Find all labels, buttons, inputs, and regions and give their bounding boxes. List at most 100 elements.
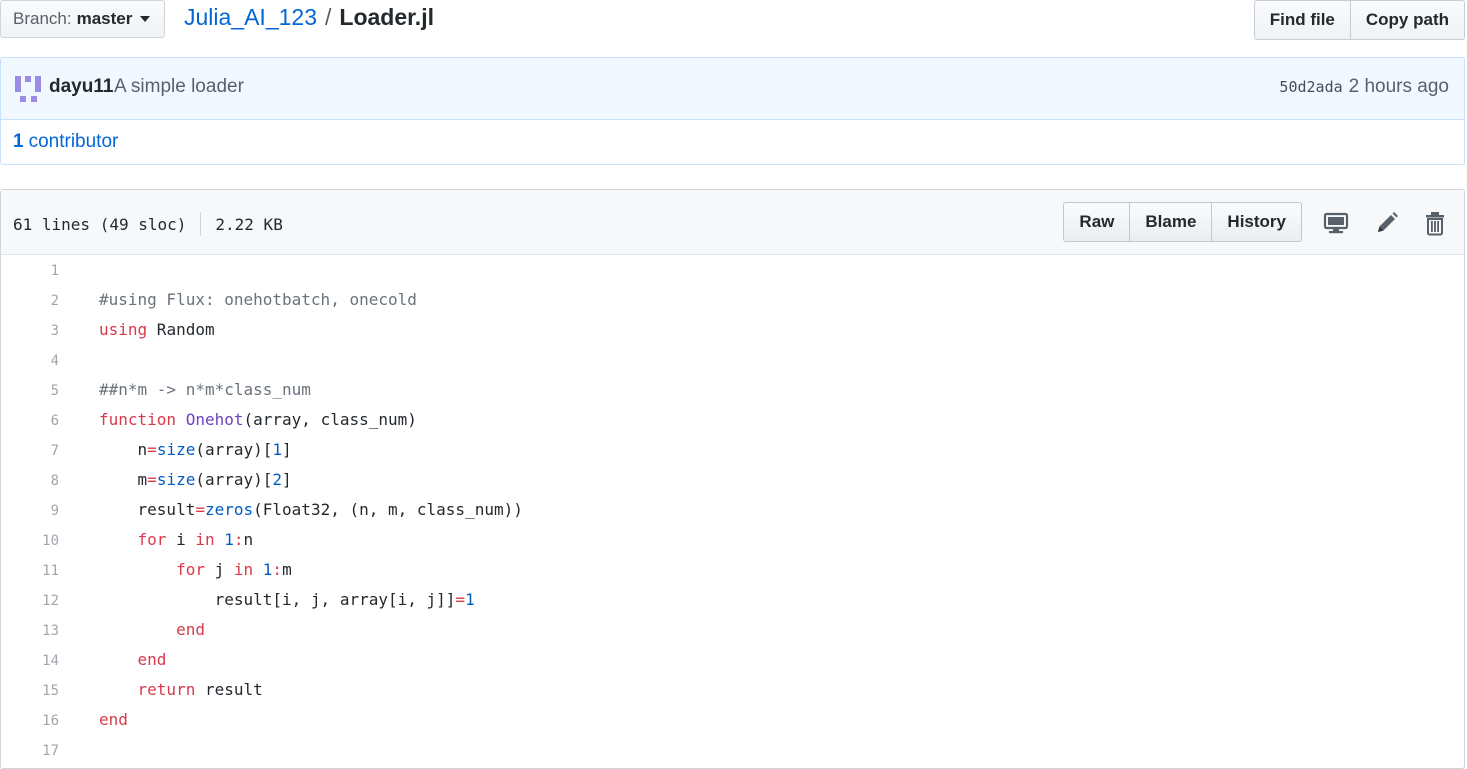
file-lines-info: 61 lines (49 sloc) xyxy=(13,214,187,234)
file-navigation: Branch: master Julia_AI_123 / Loader.jl … xyxy=(0,0,1467,42)
line-number[interactable]: 14 xyxy=(1,653,59,669)
code-line: 1 xyxy=(1,256,1464,286)
line-number[interactable]: 8 xyxy=(1,473,59,489)
code-line: 11 for j in 1:m xyxy=(1,556,1464,586)
breadcrumb-repo-link[interactable]: Julia_AI_123 xyxy=(184,4,317,31)
line-number[interactable]: 15 xyxy=(1,683,59,699)
line-number[interactable]: 2 xyxy=(1,293,59,309)
commit-tease: dayu11 A simple loader 50d2ada 2 hours a… xyxy=(0,57,1465,120)
contributors-label: contributor xyxy=(28,131,119,152)
code-token: 2 xyxy=(272,470,283,489)
line-code: m=size(array)[2] xyxy=(99,470,292,489)
line-code: for j in 1:m xyxy=(99,560,292,579)
pencil-icon[interactable] xyxy=(1374,210,1400,236)
code-token: i xyxy=(166,530,196,549)
line-number[interactable]: 1 xyxy=(1,263,59,279)
code-token: ##n*m -> n*m*class_num xyxy=(99,380,311,399)
line-number[interactable]: 4 xyxy=(1,353,59,369)
line-code: n=size(array)[1] xyxy=(99,440,292,459)
code-line: 12 result[i, j, array[i, j]]=1 xyxy=(1,586,1464,616)
line-number[interactable]: 12 xyxy=(1,593,59,609)
code-token: m xyxy=(282,560,292,579)
file-info: 61 lines (49 sloc) 2.22 KB xyxy=(13,212,283,236)
code-token: function xyxy=(99,410,177,429)
line-code: end xyxy=(99,620,205,639)
line-number[interactable]: 3 xyxy=(1,323,59,339)
code-area: 1 2 #using Flux: onehotbatch, onecold 3 usin… xyxy=(1,256,1464,766)
branch-select-button[interactable]: Branch: master xyxy=(0,0,165,38)
code-token: = xyxy=(147,440,157,459)
trash-icon[interactable] xyxy=(1422,210,1448,236)
avatar[interactable] xyxy=(15,76,41,102)
copy-path-button[interactable]: Copy path xyxy=(1350,0,1465,40)
code-token: (array)[ xyxy=(195,440,273,459)
code-line: 15 return result xyxy=(1,676,1464,706)
line-number[interactable]: 9 xyxy=(1,503,59,519)
chevron-down-icon xyxy=(140,16,151,22)
code-token: result[i, j, array[i, j]] xyxy=(99,590,456,609)
line-number[interactable]: 17 xyxy=(1,743,59,759)
line-code: return result xyxy=(99,680,263,699)
line-code: using Random xyxy=(99,320,215,339)
code-token: in xyxy=(195,530,215,549)
code-line: 9 result=zeros(Float32, (n, m, class_num… xyxy=(1,496,1464,526)
line-code: result=zeros(Float32, (n, m, class_num)) xyxy=(99,500,523,519)
line-code: #using Flux: onehotbatch, onecold xyxy=(99,290,417,309)
blame-button[interactable]: Blame xyxy=(1129,202,1213,242)
commit-time: 2 hours ago xyxy=(1348,76,1449,97)
file-header: 61 lines (49 sloc) 2.22 KB Raw Blame His… xyxy=(1,190,1464,255)
breadcrumb-separator: / xyxy=(325,4,332,30)
line-number[interactable]: 13 xyxy=(1,623,59,639)
commit-sha-link[interactable]: 50d2ada xyxy=(1279,78,1342,96)
code-token: n xyxy=(243,530,254,549)
breadcrumb-file-name: Loader.jl xyxy=(339,4,434,30)
line-number[interactable]: 10 xyxy=(1,533,59,549)
contributors-count: 1 xyxy=(13,131,24,152)
line-code: ##n*m -> n*m*class_num xyxy=(99,380,311,399)
branch-name: master xyxy=(76,9,133,28)
code-line: 4 xyxy=(1,346,1464,376)
code-token: (array)[ xyxy=(195,470,273,489)
code-line: 2 #using Flux: onehotbatch, onecold xyxy=(1,286,1464,316)
code-token: end xyxy=(137,650,167,669)
raw-button[interactable]: Raw xyxy=(1063,202,1131,242)
code-line: 14 end xyxy=(1,646,1464,676)
code-line: 6 function Onehot(array, class_num) xyxy=(1,406,1464,436)
line-number[interactable]: 11 xyxy=(1,563,59,579)
line-code: end xyxy=(99,650,167,669)
commit-author-link[interactable]: dayu11 xyxy=(49,76,113,98)
line-number[interactable]: 6 xyxy=(1,413,59,429)
code-token: zeros xyxy=(204,500,254,519)
code-line: 3 using Random xyxy=(1,316,1464,346)
code-token: ] xyxy=(282,440,292,459)
code-token: return xyxy=(137,680,196,699)
code-token: end xyxy=(176,620,205,639)
code-token: ] xyxy=(282,470,292,489)
find-file-button[interactable]: Find file xyxy=(1253,0,1351,40)
desktop-icon[interactable] xyxy=(1323,210,1349,236)
line-number[interactable]: 5 xyxy=(1,383,59,399)
file-box: 61 lines (49 sloc) 2.22 KB Raw Blame His… xyxy=(0,189,1465,769)
code-token: = xyxy=(195,500,205,519)
code-line: 17 xyxy=(1,736,1464,766)
contributors-link[interactable]: 1 contributor xyxy=(13,131,118,153)
history-button[interactable]: History xyxy=(1211,202,1302,242)
code-token: size xyxy=(156,470,196,489)
line-number[interactable]: 7 xyxy=(1,443,59,459)
line-code: end xyxy=(99,710,128,729)
info-divider xyxy=(200,212,202,236)
code-token: = xyxy=(455,590,466,609)
code-token: (array, class_num) xyxy=(243,410,417,429)
file-actions: Raw Blame History xyxy=(1063,202,1302,242)
code-token: 1 xyxy=(224,530,234,549)
code-token: using xyxy=(99,320,148,339)
code-token: in xyxy=(233,560,254,579)
line-number[interactable]: 16 xyxy=(1,713,59,729)
commit-message-link[interactable]: A simple loader xyxy=(114,76,244,98)
code-token: 1 xyxy=(465,590,475,609)
